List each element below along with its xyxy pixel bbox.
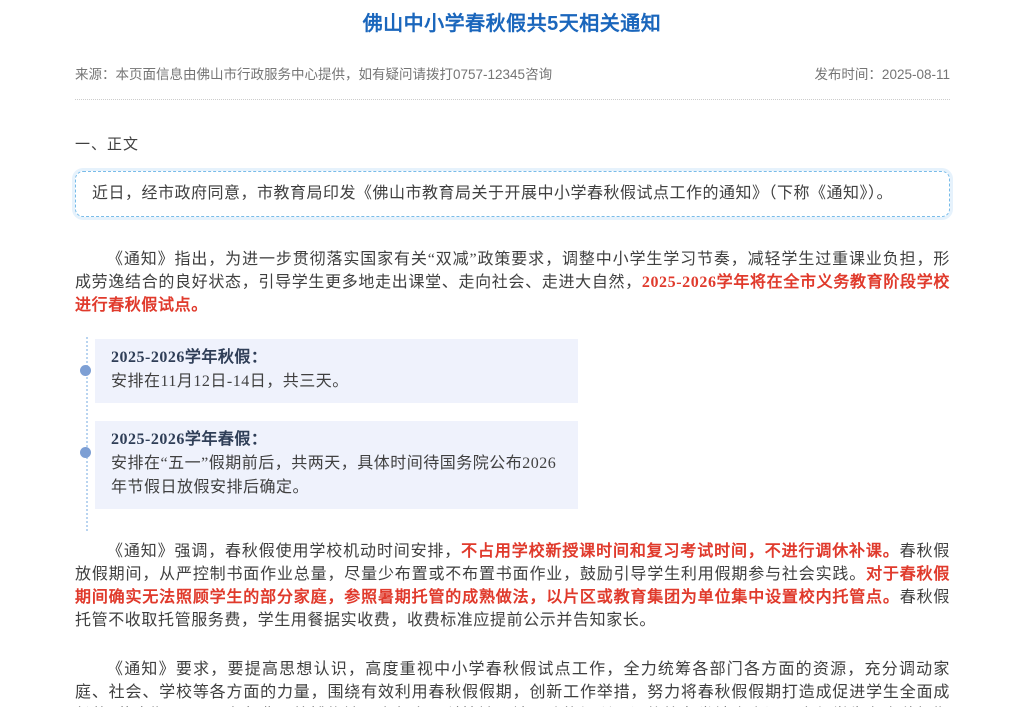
meta-row: 来源：本页面信息由佛山市行政服务中心提供，如有疑问请拨打0757-12345咨询…: [75, 63, 950, 100]
paragraph-2: 《通知》强调，春秋假使用学校机动时间安排，不占用学校新授课时间和复习考试时间，不…: [75, 540, 950, 632]
autumn-holiday-title: 2025-2026学年秋假：: [111, 346, 562, 370]
paragraph-2-emphasis-a: 不占用学校新授课时间和复习考试时间，不进行调休补课。: [461, 543, 899, 560]
paragraph-2-text-a: 《通知》强调，春秋假使用学校机动时间安排，: [107, 543, 461, 560]
page-title: 佛山中小学春秋假共5天相关通知: [0, 12, 1024, 36]
publish-time-text: 发布时间：2025-08-11: [814, 63, 950, 83]
section-heading: 一、正文: [75, 133, 950, 154]
timeline-dot-icon: [80, 447, 91, 458]
timeline-item-autumn: 2025-2026学年秋假： 安排在11月12日-14日，共三天。: [95, 339, 578, 403]
timeline-item-spring: 2025-2026学年春假： 安排在“五一”假期前后，共两天，具体时间待国务院公…: [95, 421, 578, 509]
spring-holiday-card: 2025-2026学年春假： 安排在“五一”假期前后，共两天，具体时间待国务院公…: [95, 421, 578, 509]
lead-quote-box: 近日，经市政府同意，市教育局印发《佛山市教育局关于开展中小学春秋假试点工作的通知…: [75, 171, 950, 217]
holiday-timeline: 2025-2026学年秋假： 安排在11月12日-14日，共三天。 2025-2…: [75, 339, 578, 509]
content-area: 来源：本页面信息由佛山市行政服务中心提供，如有疑问请拨打0757-12345咨询…: [75, 63, 950, 707]
spring-holiday-body: 安排在“五一”假期前后，共两天，具体时间待国务院公布2026年节假日放假安排后确…: [111, 452, 562, 500]
notice-page: 佛山中小学春秋假共5天相关通知 来源：本页面信息由佛山市行政服务中心提供，如有疑…: [0, 12, 1024, 707]
paragraph-3-text: 《通知》要求，要提高思想认识，高度重视中小学春秋假试点工作，全力统筹各部门各方面…: [75, 661, 950, 707]
lead-quote-text: 近日，经市政府同意，市教育局印发《佛山市教育局关于开展中小学春秋假试点工作的通知…: [92, 185, 893, 202]
paragraph-1: 《通知》指出，为进一步贯彻落实国家有关“双减”政策要求，调整中小学生学习节奏，减…: [75, 248, 950, 317]
spring-holiday-title: 2025-2026学年春假：: [111, 428, 562, 452]
autumn-holiday-body: 安排在11月12日-14日，共三天。: [111, 370, 562, 394]
source-text: 来源：本页面信息由佛山市行政服务中心提供，如有疑问请拨打0757-12345咨询: [75, 63, 552, 83]
paragraph-3: 《通知》要求，要提高思想认识，高度重视中小学春秋假试点工作，全力统筹各部门各方面…: [75, 658, 950, 707]
timeline-dot-icon: [80, 365, 91, 376]
autumn-holiday-card: 2025-2026学年秋假： 安排在11月12日-14日，共三天。: [95, 339, 578, 403]
